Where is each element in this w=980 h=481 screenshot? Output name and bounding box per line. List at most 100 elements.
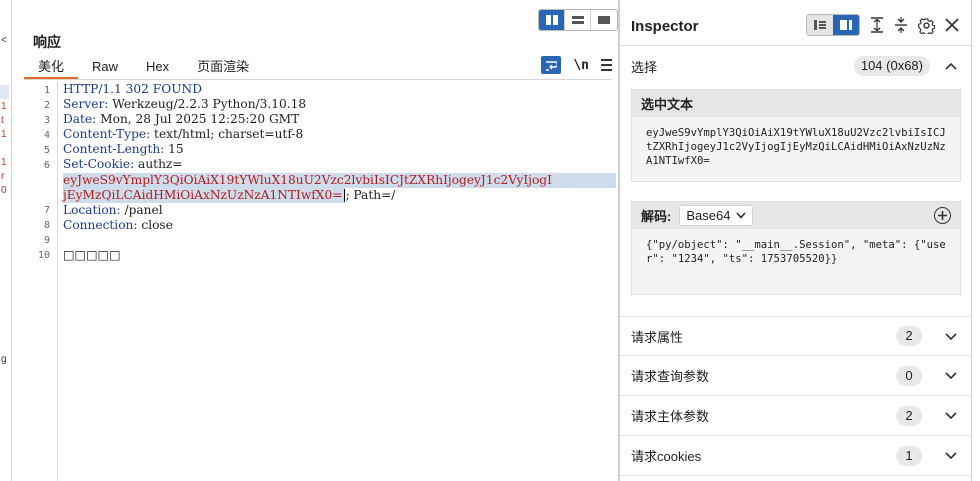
chevron-up-icon[interactable] <box>945 62 957 70</box>
line-number: 1 <box>43 85 50 96</box>
list-view-icon <box>814 20 826 30</box>
status-line: HTTP/1.1 302 FOUND <box>63 82 202 96</box>
selection-label: 选择 <box>631 59 658 75</box>
chevron-down-icon[interactable] <box>945 412 957 420</box>
inspector-panel: Inspector 选择 104 (0x68) 选中文本 eyJweS9vYmp… <box>619 0 972 481</box>
selected-text-box: 选中文本 eyJweS9vYmplY3QiOiAiX19tYWluX18uU2V… <box>631 89 961 182</box>
inspector-side-view-button[interactable] <box>833 15 859 35</box>
left-strip-mark: t <box>1 115 4 126</box>
left-strip-mark: g <box>1 354 7 365</box>
header-key: Set-Cookie: <box>63 157 135 171</box>
response-tabs: 美化 Raw Hex 页面渲染 <box>24 57 263 79</box>
header-value: authz= <box>134 157 183 171</box>
close-icon[interactable] <box>945 18 959 32</box>
chevron-down-icon[interactable] <box>945 452 957 460</box>
section-request-query-params[interactable]: 请求查询参数 0 <box>620 356 972 396</box>
section-count-badge: 2 <box>896 405 922 426</box>
right-scrollbar[interactable] <box>971 0 980 481</box>
line-number: 9 <box>43 235 50 246</box>
tab-pretty[interactable]: 美化 <box>24 57 79 79</box>
section-label: 请求属性 <box>631 329 684 345</box>
layout-single-button[interactable] <box>591 10 617 30</box>
code-line: Content-Length: 15 <box>63 142 184 157</box>
header-key: Location: <box>63 203 121 217</box>
code-line: Connection: close <box>63 218 173 233</box>
tab-render[interactable]: 页面渲染 <box>183 57 263 79</box>
header-key: Connection: <box>63 218 138 232</box>
section-label: 请求主体参数 <box>631 409 710 424</box>
line-number-gutter: 1 2 3 4 5 6 7 8 9 10 <box>24 82 58 481</box>
header-value: Werkzeug/2.2.3 Python/3.10.18 <box>108 97 307 111</box>
header-key: Content-Length: <box>63 142 165 156</box>
left-strip-mark: < <box>1 35 7 46</box>
header-value: close <box>137 218 173 232</box>
chevron-down-icon[interactable] <box>945 372 957 380</box>
menu-icon[interactable] <box>601 59 612 71</box>
inspector-layout-toggle <box>806 14 860 36</box>
section-count-badge: 2 <box>896 326 922 346</box>
response-panel: 响应 美化 Raw Hex 页面渲染 \n 1 2 3 4 5 6 7 8 9 <box>12 0 619 481</box>
section-label: 请求查询参数 <box>631 369 710 384</box>
line-number: 3 <box>43 115 50 126</box>
decoded-content[interactable]: {"py/object": "__main__.Session", "meta"… <box>632 229 960 275</box>
layout-stacked-button[interactable] <box>565 10 591 30</box>
line-number: 6 <box>43 160 50 171</box>
response-body: □□□□□ <box>63 248 121 262</box>
tabs-divider <box>24 79 612 80</box>
left-strip-mark: 1 <box>1 157 7 168</box>
cookie-attributes: ; Path=/ <box>345 188 396 202</box>
layout-side-by-side-button[interactable] <box>539 10 565 30</box>
header-value: 15 <box>164 142 184 156</box>
code-line: Server: Werkzeug/2.2.3 Python/3.10.18 <box>63 97 306 112</box>
tab-hex[interactable]: Hex <box>132 57 183 79</box>
header-key: Date: <box>63 112 97 126</box>
selected-text-header: 选中文本 <box>632 90 960 117</box>
decode-box: 解码: Base64 {"py/object": "__main__.Sessi… <box>631 201 961 295</box>
plus-icon <box>938 211 947 220</box>
code-line: Content-Type: text/html; charset=utf-8 <box>63 127 303 142</box>
decode-header: 解码: Base64 <box>632 202 960 229</box>
selection-section-header[interactable]: 选择 104 (0x68) <box>620 46 972 86</box>
inspector-list-view-button[interactable] <box>807 15 833 35</box>
response-editor[interactable]: 1 2 3 4 5 6 7 8 9 10 HTTP/1.1 302 FOUND … <box>24 82 619 481</box>
layout-toggle-group <box>538 9 618 31</box>
decode-encoding-select[interactable]: Base64 <box>679 205 754 226</box>
section-count-badge: 0 <box>896 365 922 386</box>
left-strip-highlight <box>0 85 9 99</box>
gear-icon[interactable] <box>918 17 935 34</box>
response-title: 响应 <box>33 34 61 50</box>
line-number: 8 <box>43 220 50 231</box>
left-panel-strip: < 1 t 1 1 r 0 g <box>0 0 12 481</box>
header-value: text/html; charset=utf-8 <box>150 127 304 141</box>
word-wrap-button[interactable] <box>541 56 562 74</box>
left-strip-mark: r <box>1 171 5 182</box>
columns-icon <box>545 15 558 25</box>
add-decoder-button[interactable] <box>934 207 951 224</box>
section-request-attributes[interactable]: 请求属性 2 <box>620 316 972 356</box>
line-number: 2 <box>43 100 50 111</box>
header-value: Mon, 28 Jul 2025 12:25:20 GMT <box>96 112 300 126</box>
line-number: 10 <box>37 250 50 261</box>
cookie-value: jEyMzQiLCAidHMiOiAxNzUzNzA1NTIwfX0= <box>63 188 343 202</box>
section-count-badge: 1 <box>896 445 922 466</box>
show-newlines-button[interactable]: \n <box>573 58 589 73</box>
chevron-down-icon[interactable] <box>945 333 957 341</box>
chevron-down-icon <box>736 212 747 219</box>
code-line: □□□□□ <box>63 248 121 263</box>
header-value: /panel <box>120 203 163 217</box>
section-request-body-params[interactable]: 请求主体参数 2 <box>620 396 972 436</box>
code-line: eyJweS9vYmplY3QiOiAiX19tYWluX18uU2Vzc2lv… <box>63 173 552 188</box>
collapse-all-icon[interactable] <box>894 17 908 33</box>
code-line: jEyMzQiLCAidHMiOiAxNzUzNzA1NTIwfX0=; Pat… <box>63 188 395 203</box>
side-panel-icon <box>840 20 852 30</box>
rows-icon <box>571 16 584 24</box>
section-label: 请求cookies <box>631 449 702 464</box>
cookie-value: eyJweS9vYmplY3QiOiAiX19tYWluX18uU2Vzc2lv… <box>63 173 552 187</box>
selected-text-content[interactable]: eyJweS9vYmplY3QiOiAiX19tYWluX18uU2Vzc2lv… <box>632 117 960 177</box>
code-line: Set-Cookie: authz= <box>63 157 183 172</box>
expand-all-icon[interactable] <box>870 17 884 33</box>
section-request-cookies[interactable]: 请求cookies 1 <box>620 436 972 476</box>
code-line: Date: Mon, 28 Jul 2025 12:25:20 GMT <box>63 112 299 127</box>
tab-raw[interactable]: Raw <box>78 57 132 79</box>
wrap-icon <box>546 60 558 71</box>
